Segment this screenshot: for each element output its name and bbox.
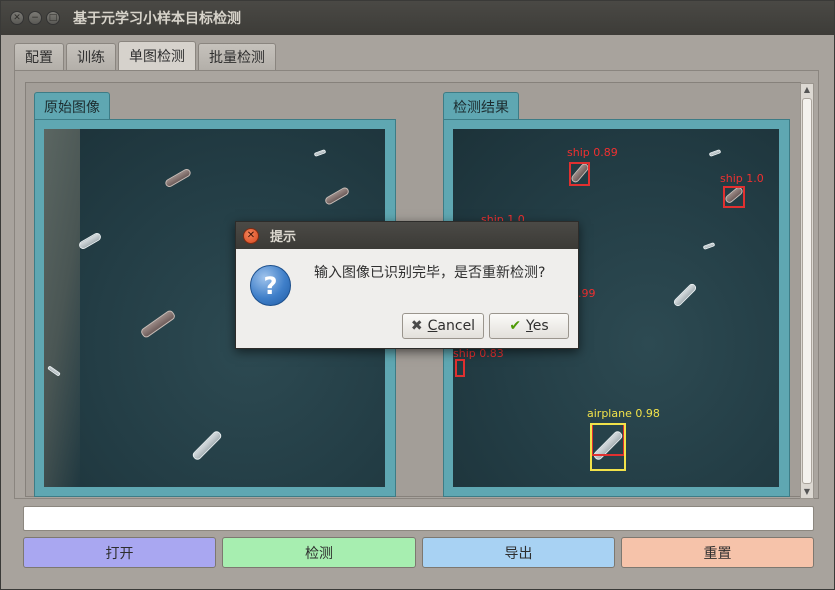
title-bar[interactable]: ✕ − □ 基于元学习小样本目标检测 bbox=[1, 1, 834, 35]
tab-config[interactable]: 配置 bbox=[14, 43, 64, 70]
dialog-message: 输入图像已识别完毕，是否重新检测? bbox=[314, 265, 546, 281]
yes-button[interactable]: ✔ Yes bbox=[489, 313, 569, 339]
yes-label: Yes bbox=[526, 318, 549, 334]
tab-batch-detect[interactable]: 批量检测 bbox=[198, 43, 276, 70]
ship bbox=[191, 429, 223, 462]
ship bbox=[672, 282, 698, 308]
cancel-label: Cancel bbox=[428, 318, 475, 334]
maximize-window-icon[interactable]: □ bbox=[46, 11, 60, 25]
dialog-close-icon[interactable]: ✕ bbox=[243, 227, 259, 244]
cancel-icon: ✖ bbox=[410, 318, 423, 334]
detection-label: .99 bbox=[578, 287, 596, 300]
ship bbox=[313, 149, 327, 157]
detection-box bbox=[569, 162, 590, 186]
detection-label: ship 0.89 bbox=[567, 146, 618, 159]
question-icon: ? bbox=[250, 265, 291, 306]
check-icon: ✔ bbox=[509, 318, 522, 334]
shoreline bbox=[44, 129, 80, 487]
detection-box bbox=[723, 186, 745, 208]
tab-bar: 配置 训练 单图检测 批量检测 bbox=[14, 41, 278, 71]
open-button[interactable]: 打开 bbox=[23, 537, 216, 568]
yes-label-rest: es bbox=[532, 318, 549, 334]
ship bbox=[77, 231, 103, 251]
confirm-dialog: ✕ 提示 ? 输入图像已识别完毕，是否重新检测? ✖ Cancel ✔ Yes bbox=[235, 221, 579, 349]
detection-box bbox=[590, 423, 626, 471]
minimize-window-icon[interactable]: − bbox=[28, 11, 42, 25]
ship bbox=[708, 149, 722, 157]
detection-label: airplane 0.98 bbox=[587, 407, 660, 420]
output-path-field[interactable] bbox=[23, 506, 814, 531]
yes-mnemonic: Y bbox=[526, 318, 533, 334]
dialog-title-bar[interactable]: ✕ 提示 bbox=[236, 222, 578, 249]
vertical-scrollbar[interactable]: ▲ ▼ bbox=[800, 83, 814, 499]
tab-single-detect[interactable]: 单图检测 bbox=[118, 41, 196, 70]
export-button[interactable]: 导出 bbox=[422, 537, 615, 568]
detect-button[interactable]: 检测 bbox=[222, 537, 416, 568]
cancel-label-rest: ancel bbox=[437, 318, 476, 334]
scroll-down-icon[interactable]: ▼ bbox=[801, 486, 813, 498]
scroll-up-icon[interactable]: ▲ bbox=[801, 84, 813, 96]
ship bbox=[139, 309, 177, 339]
reset-button[interactable]: 重置 bbox=[621, 537, 814, 568]
ship bbox=[163, 167, 193, 189]
result-image-tab[interactable]: 检测结果 bbox=[443, 92, 519, 120]
dialog-title: 提示 bbox=[270, 230, 297, 245]
scrollbar-thumb[interactable] bbox=[802, 98, 812, 484]
close-window-icon[interactable]: ✕ bbox=[10, 11, 24, 25]
detection-label: ship 1.0 bbox=[720, 172, 764, 185]
cancel-mnemonic: C bbox=[427, 318, 438, 334]
detection-box bbox=[455, 359, 465, 377]
original-image-tab[interactable]: 原始图像 bbox=[34, 92, 110, 120]
ship bbox=[702, 242, 716, 250]
window-controls: ✕ − □ bbox=[10, 11, 60, 25]
cancel-button[interactable]: ✖ Cancel bbox=[402, 313, 484, 339]
window-title: 基于元学习小样本目标检测 bbox=[73, 11, 241, 27]
tab-train[interactable]: 训练 bbox=[66, 43, 116, 70]
ship bbox=[323, 186, 351, 206]
